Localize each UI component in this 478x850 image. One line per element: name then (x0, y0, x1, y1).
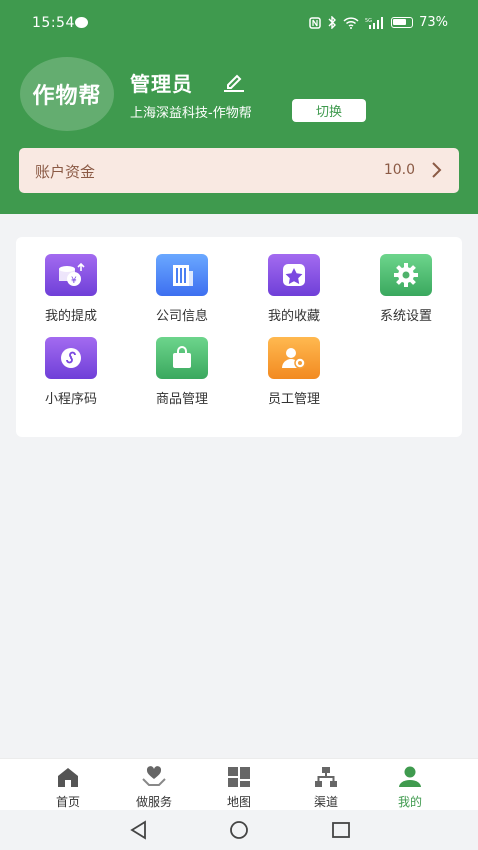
menu-item-settings[interactable]: 系统设置 (356, 254, 456, 324)
home-nav-icon[interactable] (228, 820, 250, 840)
profile-header: 15:54 5G 73% 作物帮 管理员 上海深益科技-作物帮 切换 账户资金 … (0, 0, 478, 214)
org-chart-icon (315, 767, 337, 787)
menu-label: 员工管理 (267, 392, 320, 407)
menu-label: 商品管理 (155, 392, 208, 407)
menu-item-favorites[interactable]: 我的收藏 (244, 254, 344, 324)
menu-item-mini-program-code[interactable]: 小程序码 (21, 337, 121, 407)
tab-map[interactable]: 地图 (204, 765, 274, 810)
menu-label: 我的提成 (44, 309, 97, 324)
menu-item-company-info[interactable]: 公司信息 (132, 254, 232, 324)
menu-item-product-management[interactable]: 商品管理 (132, 337, 232, 407)
tab-service[interactable]: 做服务 (119, 765, 189, 810)
menu-item-staff-management[interactable]: 员工管理 (244, 337, 344, 407)
user-icon (399, 766, 421, 787)
shopping-bag-icon (156, 337, 208, 379)
tab-label: 渠道 (313, 795, 338, 809)
map-icon (228, 767, 250, 787)
battery-icon (391, 17, 414, 28)
chat-notification-icon (75, 17, 88, 28)
star-icon (268, 254, 320, 296)
tab-label: 做服务 (135, 795, 172, 809)
status-time: 15:54 (32, 15, 75, 31)
tab-mine[interactable]: 我的 (375, 765, 445, 810)
tab-home[interactable]: 首页 (33, 765, 103, 810)
status-icons: 5G 73% (309, 15, 448, 30)
company-name: 上海深益科技-作物帮 (130, 106, 252, 121)
tab-label: 首页 (55, 795, 80, 809)
menu-label: 小程序码 (44, 392, 97, 407)
user-name: 管理员 (130, 72, 193, 96)
status-bar: 15:54 5G 73% (0, 0, 478, 46)
avatar[interactable]: 作物帮 (20, 57, 114, 131)
menu-item-commission[interactable]: ¥ 我的提成 (21, 254, 121, 324)
menu-label: 公司信息 (155, 309, 208, 324)
heart-hand-icon (142, 766, 166, 786)
edit-icon[interactable] (222, 71, 246, 93)
svg-text:5G: 5G (365, 18, 372, 24)
chevron-right-icon (432, 162, 442, 178)
bluetooth-icon (328, 16, 337, 29)
switch-company-button[interactable]: 切换 (292, 99, 366, 122)
tab-channel[interactable]: 渠道 (291, 765, 361, 810)
tab-label: 我的 (397, 795, 422, 809)
funds-value: 10.0 (383, 162, 415, 178)
account-funds-card[interactable]: 账户资金 10.0 (19, 148, 459, 193)
menu-grid: ¥ 我的提成 公司信息 我的收藏 系统设置 小程序码 商品管理 员工管理 (16, 237, 462, 437)
gear-icon (380, 254, 432, 296)
menu-label: 我的收藏 (267, 309, 320, 324)
back-icon[interactable] (128, 820, 150, 840)
bottom-tab-bar: 首页 做服务 地图 渠道 我的 (0, 758, 478, 810)
svg-text:¥: ¥ (71, 276, 77, 286)
coin-stack-icon: ¥ (45, 254, 97, 296)
staff-icon (268, 337, 320, 379)
nfc-icon (309, 16, 321, 29)
funds-label: 账户资金 (35, 163, 96, 181)
system-nav-bar (0, 810, 478, 850)
building-icon (156, 254, 208, 296)
mini-program-icon (45, 337, 97, 379)
signal-icon: 5G (365, 16, 384, 29)
recent-apps-icon[interactable] (330, 820, 352, 840)
menu-label: 系统设置 (379, 309, 432, 324)
wifi-icon (343, 16, 359, 29)
tab-label: 地图 (226, 795, 251, 809)
home-icon (58, 768, 78, 787)
battery-percent: 73% (419, 15, 448, 30)
